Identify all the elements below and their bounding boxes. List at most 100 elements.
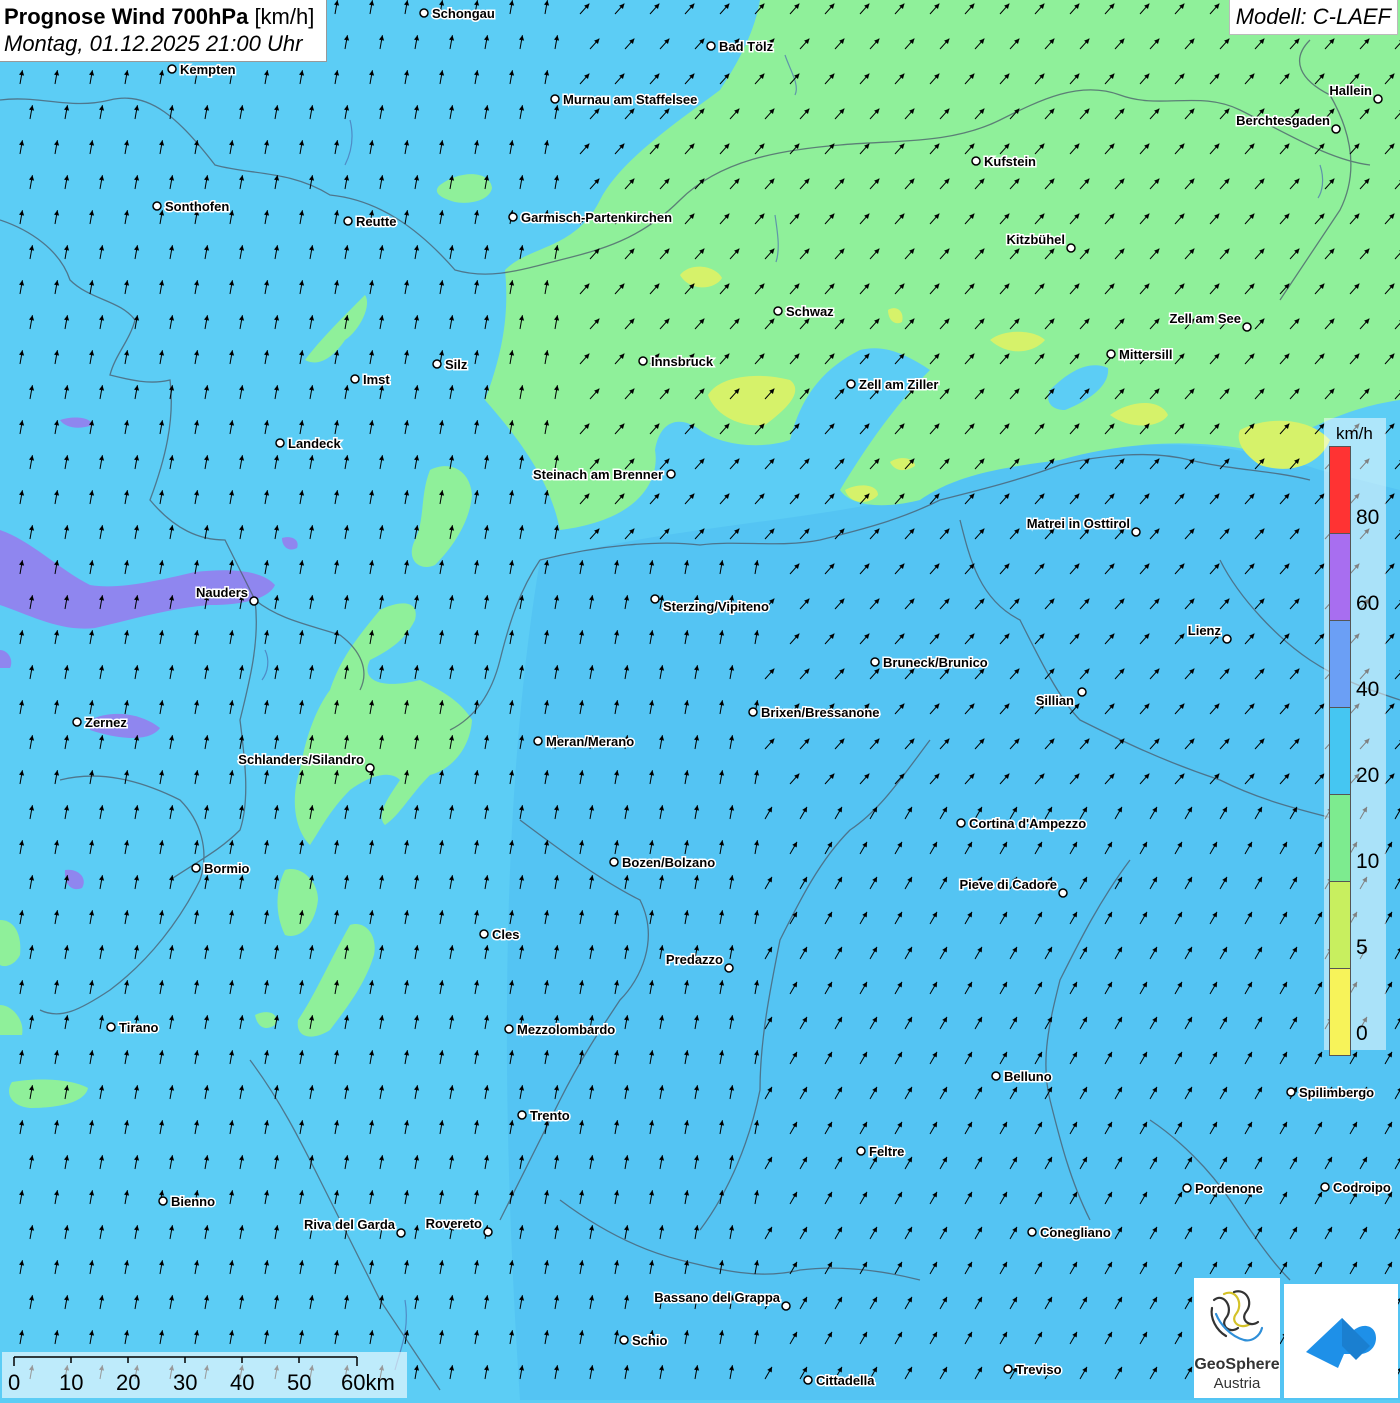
legend-value: 60 bbox=[1356, 592, 1380, 615]
city-dot-icon bbox=[846, 379, 856, 389]
app-arrow-icon bbox=[1306, 1318, 1376, 1368]
city-dot-icon bbox=[483, 1227, 493, 1237]
scale-label: 50 bbox=[287, 1370, 312, 1395]
city-marker[interactable]: Bruneck/Brunico bbox=[870, 654, 989, 672]
legend-segment bbox=[1329, 881, 1351, 968]
city-label: Schio bbox=[632, 1333, 667, 1348]
scale-label: 10 bbox=[59, 1370, 84, 1395]
scale-ticks bbox=[13, 1356, 358, 1366]
city-label: Bruneck/Brunico bbox=[883, 655, 988, 670]
city-dot-icon bbox=[991, 1071, 1001, 1081]
city-label: Bozen/Bolzano bbox=[622, 855, 715, 870]
city-dot-icon bbox=[1331, 124, 1341, 134]
city-label: Cortina d'Ampezzo bbox=[969, 816, 1086, 831]
logo-line1: GeoSphere bbox=[1194, 1356, 1280, 1373]
city-dot-icon bbox=[158, 1196, 168, 1206]
title-main: Prognose Wind 700hPa bbox=[4, 4, 249, 29]
city-dot-icon bbox=[1077, 687, 1087, 697]
city-dot-icon bbox=[971, 156, 981, 166]
scale-label: 60km bbox=[341, 1370, 395, 1395]
city-dot-icon bbox=[396, 1228, 406, 1238]
city-label: Bormio bbox=[204, 861, 250, 876]
city-marker[interactable]: Spilimbergo bbox=[1286, 1084, 1376, 1102]
city-label: Innsbruck bbox=[651, 354, 714, 369]
city-label: Kempten bbox=[180, 62, 236, 77]
legend-value: 10 bbox=[1356, 850, 1380, 873]
city-dot-icon bbox=[1106, 349, 1116, 359]
city-dot-icon bbox=[781, 1301, 791, 1311]
legend-segment bbox=[1329, 620, 1351, 707]
city-dot-icon bbox=[1320, 1182, 1330, 1192]
city-label: Bad Tölz bbox=[719, 39, 774, 54]
city-label: Cles bbox=[492, 927, 519, 942]
color-legend: km/h 80 60 40 20 10 5 0 bbox=[1324, 418, 1386, 1056]
city-dot-icon bbox=[724, 963, 734, 973]
legend-value: 0 bbox=[1356, 1022, 1368, 1045]
city-dot-icon bbox=[504, 1024, 514, 1034]
city-marker[interactable]: Meran/Merano bbox=[533, 733, 636, 751]
city-dot-icon bbox=[106, 1022, 116, 1032]
city-marker[interactable]: Brixen/Bressanone bbox=[748, 704, 881, 722]
city-marker[interactable]: Schongau bbox=[419, 5, 496, 23]
city-label: Pieve di Cadore bbox=[959, 877, 1057, 892]
city-dot-icon bbox=[479, 929, 489, 939]
title-box: Prognose Wind 700hPa [km/h] Montag, 01.1… bbox=[0, 0, 328, 62]
city-label: Mezzolombardo bbox=[517, 1022, 615, 1037]
city-label: Zell am See bbox=[1169, 311, 1241, 326]
legend-color-bar bbox=[1329, 446, 1351, 1056]
city-marker[interactable]: Cortina d'Ampezzo bbox=[956, 815, 1088, 833]
city-dot-icon bbox=[432, 359, 442, 369]
weather-app-logo[interactable] bbox=[1284, 1284, 1398, 1398]
city-label: Imst bbox=[363, 372, 390, 387]
city-marker[interactable]: Innsbruck bbox=[638, 353, 715, 371]
city-dot-icon bbox=[72, 717, 82, 727]
city-label: Mittersill bbox=[1119, 347, 1172, 362]
city-marker[interactable]: Sonthofen bbox=[152, 198, 231, 216]
city-dot-icon bbox=[1131, 527, 1141, 537]
city-dot-icon bbox=[706, 41, 716, 51]
city-label: Kitzbühel bbox=[1007, 232, 1066, 247]
city-dot-icon bbox=[249, 596, 259, 606]
city-dot-icon bbox=[748, 707, 758, 717]
city-marker[interactable]: Pordenone bbox=[1182, 1180, 1264, 1198]
city-label: Silz bbox=[445, 357, 468, 372]
city-label: Garmisch-Partenkirchen bbox=[521, 210, 672, 225]
title-unit: [km/h] bbox=[254, 4, 315, 29]
city-dot-icon bbox=[870, 657, 880, 667]
city-dot-icon bbox=[343, 216, 353, 226]
city-dot-icon bbox=[773, 306, 783, 316]
city-dot-icon bbox=[533, 736, 543, 746]
geosphere-logo[interactable]: GeoSphere Austria bbox=[1194, 1278, 1280, 1398]
city-dot-icon bbox=[1373, 94, 1383, 104]
city-marker[interactable]: Zell am Ziller bbox=[846, 376, 940, 394]
city-marker[interactable]: Bozen/Bolzano bbox=[609, 854, 717, 872]
city-dot-icon bbox=[619, 1335, 629, 1345]
city-dot-icon bbox=[191, 863, 201, 873]
city-label: Schongau bbox=[432, 6, 495, 21]
city-label: Codroipo bbox=[1333, 1180, 1391, 1195]
geosphere-logo-icon bbox=[1210, 1290, 1264, 1342]
city-label: Zell am Ziller bbox=[859, 377, 938, 392]
city-dot-icon bbox=[1058, 888, 1068, 898]
city-dot-icon bbox=[666, 469, 676, 479]
city-dot-icon bbox=[638, 356, 648, 366]
legend-segment bbox=[1329, 968, 1351, 1056]
city-marker[interactable]: Murnau am Staffelsee bbox=[550, 91, 699, 109]
city-marker[interactable]: Conegliano bbox=[1027, 1224, 1112, 1242]
map-title: Prognose Wind 700hPa [km/h] bbox=[4, 3, 314, 30]
city-dot-icon bbox=[365, 763, 375, 773]
legend-value: 80 bbox=[1356, 506, 1380, 529]
city-dot-icon bbox=[275, 438, 285, 448]
city-dot-icon bbox=[956, 818, 966, 828]
scale-label: 0 bbox=[8, 1370, 21, 1395]
city-dot-icon bbox=[803, 1375, 813, 1385]
city-marker[interactable]: Garmisch-Partenkirchen bbox=[508, 209, 674, 227]
city-label: Rovereto bbox=[426, 1216, 482, 1231]
city-dot-icon bbox=[1066, 243, 1076, 253]
city-label: Lienz bbox=[1188, 623, 1222, 638]
city-marker[interactable]: Mezzolombardo bbox=[504, 1021, 617, 1039]
city-label: Berchtesgaden bbox=[1236, 113, 1330, 128]
wind-zone-blue-dark bbox=[506, 444, 1400, 1400]
city-marker[interactable]: Steinach am Brenner bbox=[531, 466, 676, 484]
city-dot-icon bbox=[1003, 1364, 1013, 1374]
